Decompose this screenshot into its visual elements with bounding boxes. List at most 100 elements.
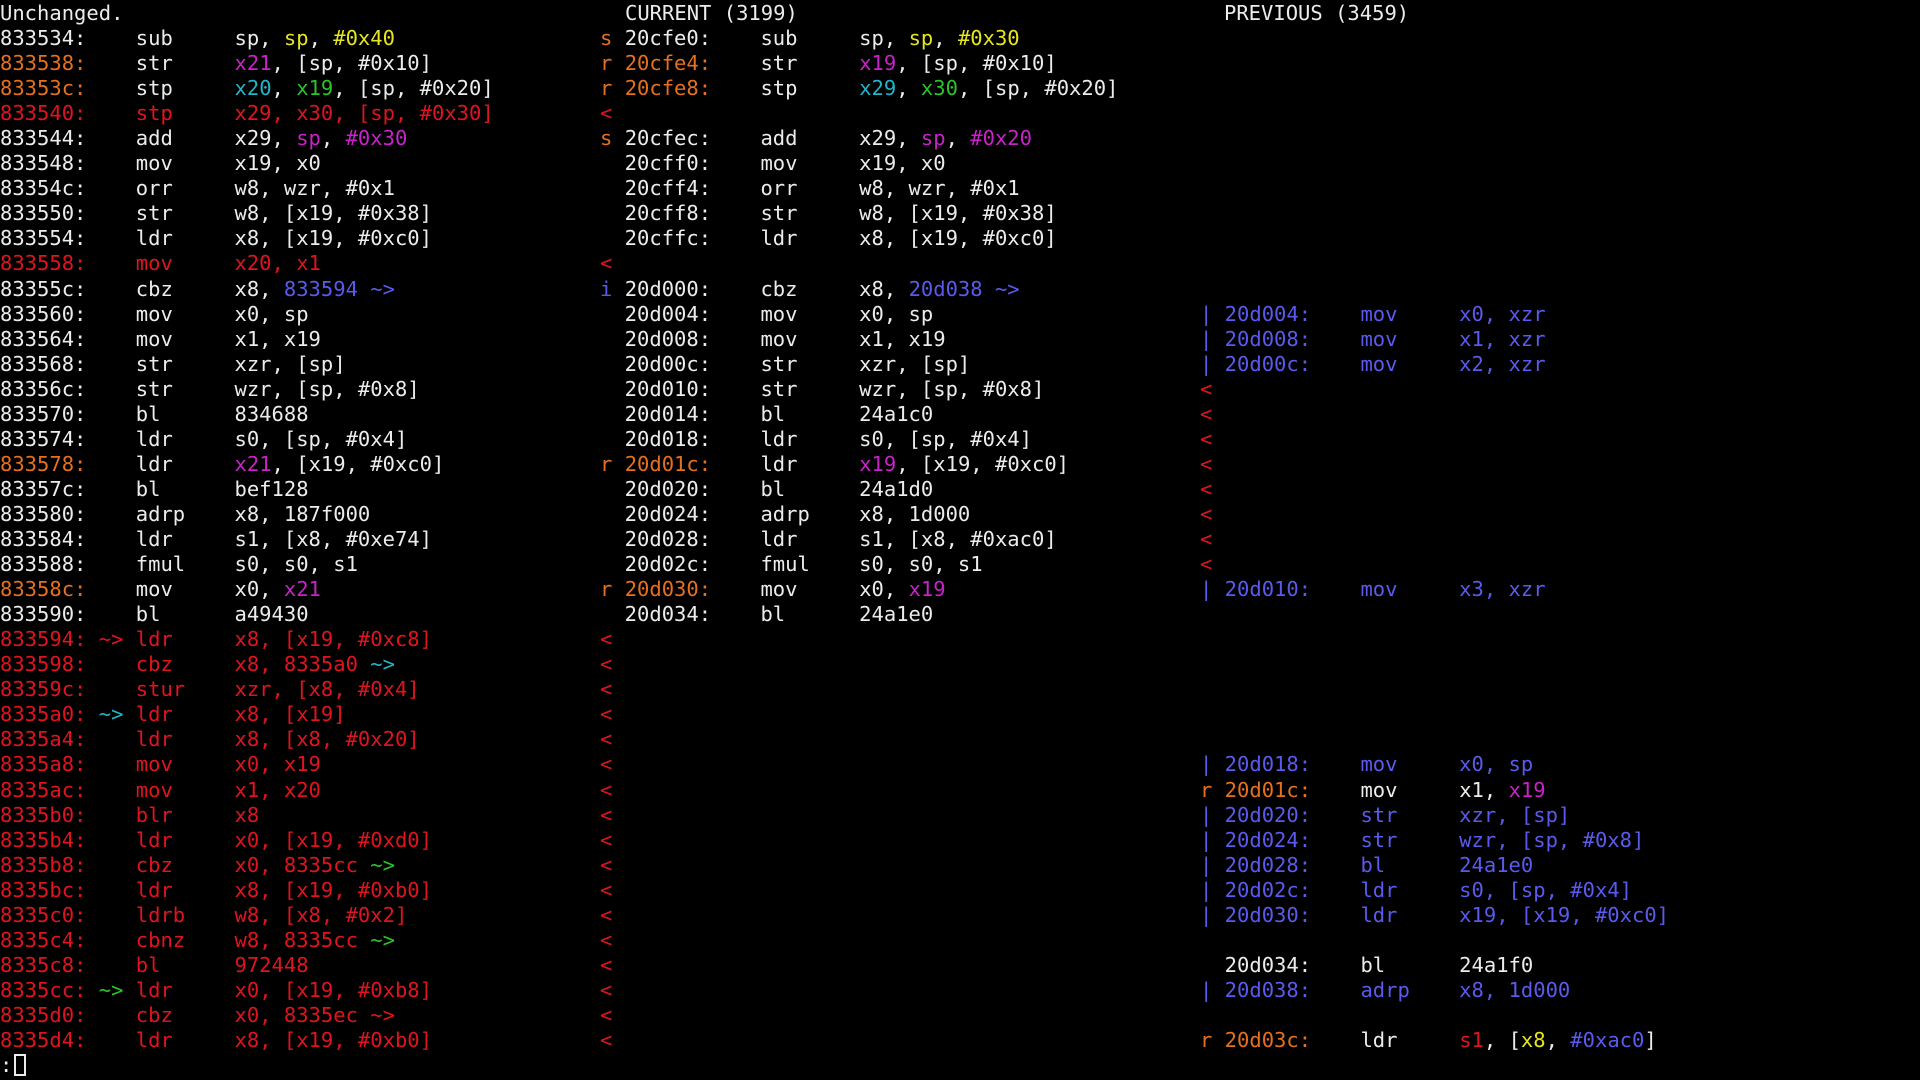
- line-segment: <: [600, 627, 613, 652]
- current-line: r 20d030: mov x0, x19: [600, 577, 946, 602]
- line-segment: 20cfe8:: [624, 76, 761, 101]
- line-segment: 20cfe0: sub sp,: [624, 26, 909, 50]
- command-prompt[interactable]: :: [0, 1052, 27, 1078]
- line-segment: sp: [908, 26, 934, 50]
- previous-line: | 20d00c: mov x2, xzr: [1200, 352, 1546, 377]
- current-line: <: [600, 928, 612, 953]
- line-segment: x19: [859, 451, 897, 476]
- line-segment: r: [600, 451, 625, 476]
- line-segment: 8335d4: ldr x8, [x19, #0xb0]: [0, 1028, 432, 1052]
- unchanged-line: 8335cc: ~> ldr x0, [x19, #0xb8]: [0, 978, 432, 1003]
- line-segment: #0x30: [345, 126, 408, 151]
- line-segment: x19: [859, 51, 897, 76]
- line-segment: <: [1200, 401, 1213, 426]
- line-segment: | 20d038: adrp x8, 1d000: [1200, 977, 1571, 1002]
- line-segment: <: [600, 777, 613, 802]
- line-segment: 20d02c: fmul s0, s0, s1: [600, 552, 983, 577]
- line-segment: 20d030:: [624, 577, 761, 602]
- line-segment: 833590: bl a49430: [0, 602, 309, 627]
- line-segment: ~>: [370, 927, 395, 952]
- line-segment: 833534: sub sp,: [0, 26, 284, 50]
- line-segment: x21: [234, 451, 272, 476]
- unchanged-line: 833584: ldr s1, [x8, #0xe74]: [0, 527, 432, 552]
- line-segment: 20d020: bl 24a1d0: [600, 476, 934, 501]
- line-segment: 20d034: bl 24a1e0: [600, 602, 934, 627]
- line-segment: , [x19, #0xc0]: [271, 451, 445, 476]
- line-segment: x8: [1520, 1028, 1546, 1052]
- current-line: 20cff8: str w8, [x19, #0x38]: [600, 201, 1057, 226]
- line-segment: <: [600, 952, 613, 977]
- line-segment: 833574: ldr s0, [sp, #0x4]: [0, 426, 408, 451]
- line-segment: stp: [135, 76, 235, 101]
- unchanged-line: 833570: bl 834688: [0, 402, 309, 427]
- line-segment: , [: [1483, 1028, 1521, 1052]
- line-segment: ldr: [1360, 1028, 1460, 1052]
- current-line: 20cff0: mov x19, x0: [600, 151, 946, 176]
- current-line: 20d020: bl 24a1d0: [600, 476, 934, 502]
- line-segment: | 20d020: str xzr, [sp]: [1200, 802, 1571, 827]
- line-segment: r: [600, 51, 625, 76]
- line-segment: | 20d028: bl 24a1e0: [1200, 852, 1534, 877]
- unchanged-line: 833578: ldr x21, [x19, #0xc0]: [0, 452, 444, 477]
- previous-line: <: [1200, 477, 1212, 502]
- previous-line: | 20d024: str wzr, [sp, #0x8]: [1200, 828, 1644, 853]
- line-segment: <: [600, 251, 613, 276]
- line-segment: 833594 ~>: [283, 276, 395, 301]
- line-segment: | 20d02c: ldr s0, [sp, #0x4]: [1200, 877, 1632, 902]
- line-segment: str: [760, 51, 860, 76]
- line-segment: 20d038 ~>: [908, 276, 1020, 301]
- previous-line: 20d034: bl 24a1f0: [1200, 953, 1534, 978]
- current-line: r 20cfe4: str x19, [sp, #0x10]: [600, 51, 1057, 76]
- unchanged-line: 833534: sub sp, sp, #0x40: [0, 26, 395, 51]
- line-segment: s: [600, 126, 625, 151]
- line-segment: 8335a0:: [0, 702, 99, 727]
- line-segment: 833588: fmul s0, s0, s1: [0, 552, 358, 577]
- line-segment: <: [1200, 501, 1213, 526]
- unchanged-line: 8335b4: ldr x0, [x19, #0xd0]: [0, 828, 432, 853]
- current-line: 20d00c: str xzr, [sp]: [600, 352, 971, 377]
- unchanged-line: 83358c: mov x0, x21: [0, 577, 321, 602]
- line-segment: 20cff4: orr w8, wzr, #0x1: [600, 176, 1020, 201]
- line-segment: x30: [920, 76, 958, 101]
- unchanged-line: 83354c: orr w8, wzr, #0x1: [0, 176, 395, 201]
- line-segment: sp: [283, 26, 309, 50]
- previous-line: | 20d028: bl 24a1e0: [1200, 853, 1533, 878]
- unchanged-line: 833598: cbz x8, 8335a0 ~>: [0, 652, 395, 677]
- line-segment: | 20d00c: mov x2, xzr: [1200, 351, 1546, 376]
- unchanged-line: 833558: mov x20, x1: [0, 251, 321, 276]
- line-segment: 833584: ldr s1, [x8, #0xe74]: [0, 527, 432, 551]
- line-segment: 20d028: ldr s1, [x8, #0xac0]: [600, 527, 1057, 551]
- text-cursor: [14, 1054, 27, 1076]
- previous-line: | 20d030: ldr x19, [x19, #0xc0]: [1200, 903, 1669, 928]
- previous-line: r 20d01c: mov x1, x19: [1200, 778, 1546, 803]
- line-segment: 8335d0: cbz x0, 8335ec ~>: [0, 1002, 395, 1027]
- line-segment: <: [600, 1002, 613, 1027]
- line-segment: ldr x8, [x19]: [123, 702, 346, 727]
- line-segment: r: [600, 76, 625, 101]
- line-segment: 20cff8: str w8, [x19, #0x38]: [600, 201, 1057, 226]
- unchanged-line: 833568: str xzr, [sp]: [0, 352, 346, 377]
- terminal-window[interactable]: Unchanged. CURRENT (3199) PREVIOUS (3459…: [0, 0, 1920, 1080]
- current-line: <: [600, 1003, 612, 1028]
- unchanged-line: 833548: mov x19, x0: [0, 151, 321, 176]
- unchanged-line: 8335b0: blr x8: [0, 803, 259, 828]
- line-segment: | 20d010: mov x3, xzr: [1200, 577, 1546, 602]
- line-segment: 20d01c:: [624, 451, 761, 476]
- line-segment: <: [600, 752, 613, 777]
- unchanged-line: 8335a0: ~> ldr x8, [x19]: [0, 702, 346, 727]
- line-segment: 8335cc:: [0, 977, 99, 1002]
- line-segment: r: [600, 577, 625, 602]
- line-segment: mov x0,: [760, 577, 909, 602]
- line-segment: 8335c8: bl 972448: [0, 952, 309, 977]
- current-line: 20d034: bl 24a1e0: [600, 602, 934, 627]
- line-segment: 20cfec: add x29,: [624, 126, 921, 151]
- current-line: <: [600, 752, 612, 777]
- line-segment: x21: [234, 51, 272, 76]
- previous-line: <: [1200, 402, 1212, 427]
- line-segment: , [sp, #0x20]: [957, 76, 1119, 101]
- line-segment: mov x0,: [135, 577, 284, 602]
- line-segment: 20d004: mov x0, sp: [600, 301, 934, 326]
- current-line: 20d018: ldr s0, [sp, #0x4]: [600, 427, 1032, 452]
- unchanged-line: 833574: ldr s0, [sp, #0x4]: [0, 427, 407, 452]
- line-segment: 8335ac: mov x1, x20: [0, 777, 321, 802]
